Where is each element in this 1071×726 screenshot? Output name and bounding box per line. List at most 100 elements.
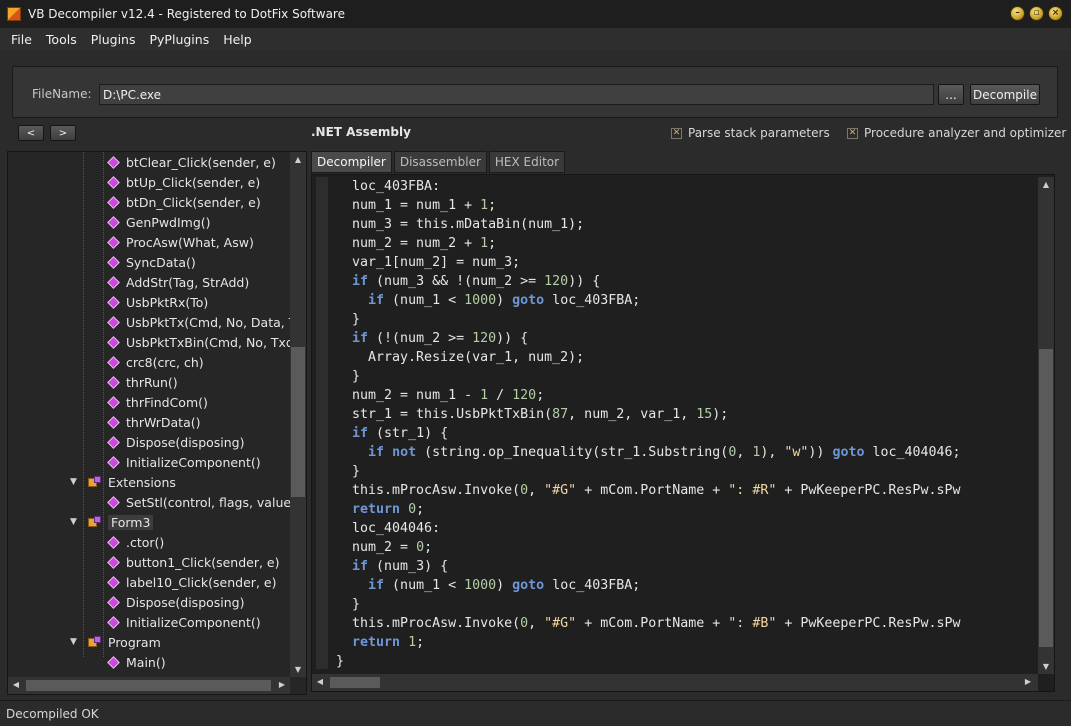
file-panel: FileName: ... Decompile xyxy=(12,66,1058,118)
procedure-analyzer-label: Procedure analyzer and optimizer xyxy=(864,126,1067,140)
tree-node[interactable]: thrRun() xyxy=(108,372,178,392)
checkbox-check-icon[interactable]: ✕ xyxy=(671,127,682,139)
method-icon xyxy=(108,577,118,587)
tree-node[interactable]: UsbPktRx(To) xyxy=(108,292,208,312)
tree-node[interactable]: btDn_Click(sender, e) xyxy=(108,192,261,212)
scroll-up-icon[interactable]: ▲ xyxy=(290,155,306,164)
tree-node[interactable]: ▼ Form3 xyxy=(70,512,154,532)
checkbox-check-icon[interactable]: ✕ xyxy=(847,127,858,139)
code-line: } xyxy=(336,369,361,384)
tree-node[interactable]: btClear_Click(sender, e) xyxy=(108,152,276,172)
code-line: } xyxy=(336,654,345,669)
tree-node[interactable]: GenPwdImg() xyxy=(108,212,211,232)
tree-node[interactable]: SetStl(control, flags, value) xyxy=(108,492,290,512)
tree-hscroll-thumb[interactable] xyxy=(26,680,271,691)
back-button[interactable]: < xyxy=(18,125,44,141)
tree-node[interactable]: Main() xyxy=(108,652,166,672)
window-title: VB Decompiler v12.4 - Registered to DotF… xyxy=(28,7,345,21)
tree-node-label: InitializeComponent() xyxy=(126,454,261,470)
code-line: } xyxy=(336,597,361,612)
menu-file[interactable]: File xyxy=(4,32,39,47)
code-hscroll-thumb[interactable] xyxy=(330,677,380,688)
tree-node[interactable]: label10_Click(sender, e) xyxy=(108,572,276,592)
menu-pyplugins[interactable]: PyPlugins xyxy=(143,32,217,47)
scroll-left-icon[interactable]: ◀ xyxy=(8,680,24,689)
scroll-right-icon[interactable]: ▶ xyxy=(274,680,290,689)
tree-node[interactable]: Dispose(disposing) xyxy=(108,432,245,452)
tree-node[interactable]: ProcAsw(What, Asw) xyxy=(108,232,254,252)
tree-node-label: Main() xyxy=(126,654,166,670)
tab-decompiler[interactable]: Decompiler xyxy=(311,151,392,173)
chevron-down-icon[interactable]: ▼ xyxy=(70,517,80,527)
assembly-type-label: .NET Assembly xyxy=(311,125,411,139)
tree-node[interactable]: button1_Click(sender, e) xyxy=(108,552,280,572)
method-icon xyxy=(108,157,118,167)
class-icon xyxy=(88,636,102,648)
tree-node[interactable]: .ctor() xyxy=(108,532,164,552)
decompile-button[interactable]: Decompile xyxy=(970,84,1040,105)
chevron-down-icon[interactable]: ▼ xyxy=(70,477,80,487)
scroll-up-icon[interactable]: ▲ xyxy=(1038,180,1054,189)
scroll-down-icon[interactable]: ▼ xyxy=(1038,662,1054,671)
tree-node[interactable]: crc8(crc, ch) xyxy=(108,352,204,372)
title-bar: VB Decompiler v12.4 - Registered to DotF… xyxy=(0,0,1071,28)
code-editor[interactable]: loc_403FBA: num_1 = num_1 + 1; num_3 = t… xyxy=(311,174,1055,692)
tree-node[interactable]: InitializeComponent() xyxy=(108,452,261,472)
code-line: num_1 = num_1 + 1; xyxy=(336,198,497,213)
tab-disassembler[interactable]: Disassembler xyxy=(393,151,487,173)
tree-node[interactable]: AddStr(Tag, StrAdd) xyxy=(108,272,249,292)
tab-hex-editor[interactable]: HEX Editor xyxy=(488,151,566,173)
parse-stack-checkbox[interactable]: ✕ Parse stack parameters xyxy=(671,126,830,140)
menu-tools[interactable]: Tools xyxy=(39,32,84,47)
tree-node[interactable]: Dispose(disposing) xyxy=(108,592,245,612)
project-tree[interactable]: btClear_Click(sender, e) btUp_Click(sende… xyxy=(8,152,290,677)
method-icon xyxy=(108,377,118,387)
code-line: } xyxy=(336,464,361,479)
method-icon xyxy=(108,217,118,227)
tree-horizontal-scrollbar[interactable]: ◀ ▶ xyxy=(8,677,290,694)
status-bar: Decompiled OK xyxy=(0,700,1071,726)
filename-label: FileName: xyxy=(32,87,92,101)
tree-node-label: btUp_Click(sender, e) xyxy=(126,174,261,190)
view-tabs: Decompiler Disassembler HEX Editor xyxy=(311,151,567,173)
procedure-analyzer-checkbox[interactable]: ✕ Procedure analyzer and optimizer xyxy=(847,126,1066,140)
menu-plugins[interactable]: Plugins xyxy=(84,32,143,47)
code-vertical-scrollbar[interactable]: ▲ ▼ xyxy=(1038,177,1054,674)
tree-node[interactable]: thrWrData() xyxy=(108,412,201,432)
code-line: str_1 = this.UsbPktTxBin(87, num_2, var_… xyxy=(336,407,729,422)
navigation-row: < > .NET Assembly ✕ Parse stack paramete… xyxy=(0,122,1071,146)
code-scroll-thumb[interactable] xyxy=(1039,349,1053,647)
method-icon xyxy=(108,457,118,467)
browse-button[interactable]: ... xyxy=(938,84,964,105)
filename-input[interactable] xyxy=(99,84,934,105)
tree-node[interactable]: thrFindCom() xyxy=(108,392,208,412)
tree-node-label: Extensions xyxy=(108,474,176,490)
tree-vertical-scrollbar[interactable]: ▲ ▼ xyxy=(290,152,306,677)
tree-scroll-thumb[interactable] xyxy=(291,347,305,497)
maximize-icon[interactable]: ▫ xyxy=(1029,6,1044,21)
tree-node[interactable]: UsbPktTx(Cmd, No, Data, To xyxy=(108,312,290,332)
close-icon[interactable]: × xyxy=(1048,6,1063,21)
tree-node[interactable]: SyncData() xyxy=(108,252,196,272)
status-text: Decompiled OK xyxy=(6,706,99,721)
tree-node[interactable]: ▼ Extensions xyxy=(70,472,176,492)
code-text[interactable]: loc_403FBA: num_1 = num_1 + 1; num_3 = t… xyxy=(336,177,1036,669)
tree-node[interactable]: UsbPktTxBin(Cmd, No, Txd, T xyxy=(108,332,290,352)
tree-node[interactable]: InitializeComponent() xyxy=(108,612,261,632)
scroll-down-icon[interactable]: ▼ xyxy=(290,665,306,674)
forward-button[interactable]: > xyxy=(50,125,76,141)
scroll-left-icon[interactable]: ◀ xyxy=(312,677,328,686)
minimize-icon[interactable]: – xyxy=(1010,6,1025,21)
scroll-right-icon[interactable]: ▶ xyxy=(1020,677,1036,686)
chevron-down-icon[interactable]: ▼ xyxy=(70,637,80,647)
code-horizontal-scrollbar[interactable]: ◀ ▶ xyxy=(312,674,1038,691)
code-line: if not (string.op_Inequality(str_1.Subst… xyxy=(368,445,961,460)
method-icon xyxy=(108,177,118,187)
tree-node[interactable]: btUp_Click(sender, e) xyxy=(108,172,260,192)
menu-help[interactable]: Help xyxy=(216,32,259,47)
code-line: return 0; xyxy=(352,502,425,517)
tree-node[interactable]: ▼ Program xyxy=(70,632,161,652)
code-line: return 1; xyxy=(352,635,425,650)
tree-node-label: SetStl(control, flags, value) xyxy=(126,494,290,510)
tree-node-label: btDn_Click(sender, e) xyxy=(126,194,261,210)
